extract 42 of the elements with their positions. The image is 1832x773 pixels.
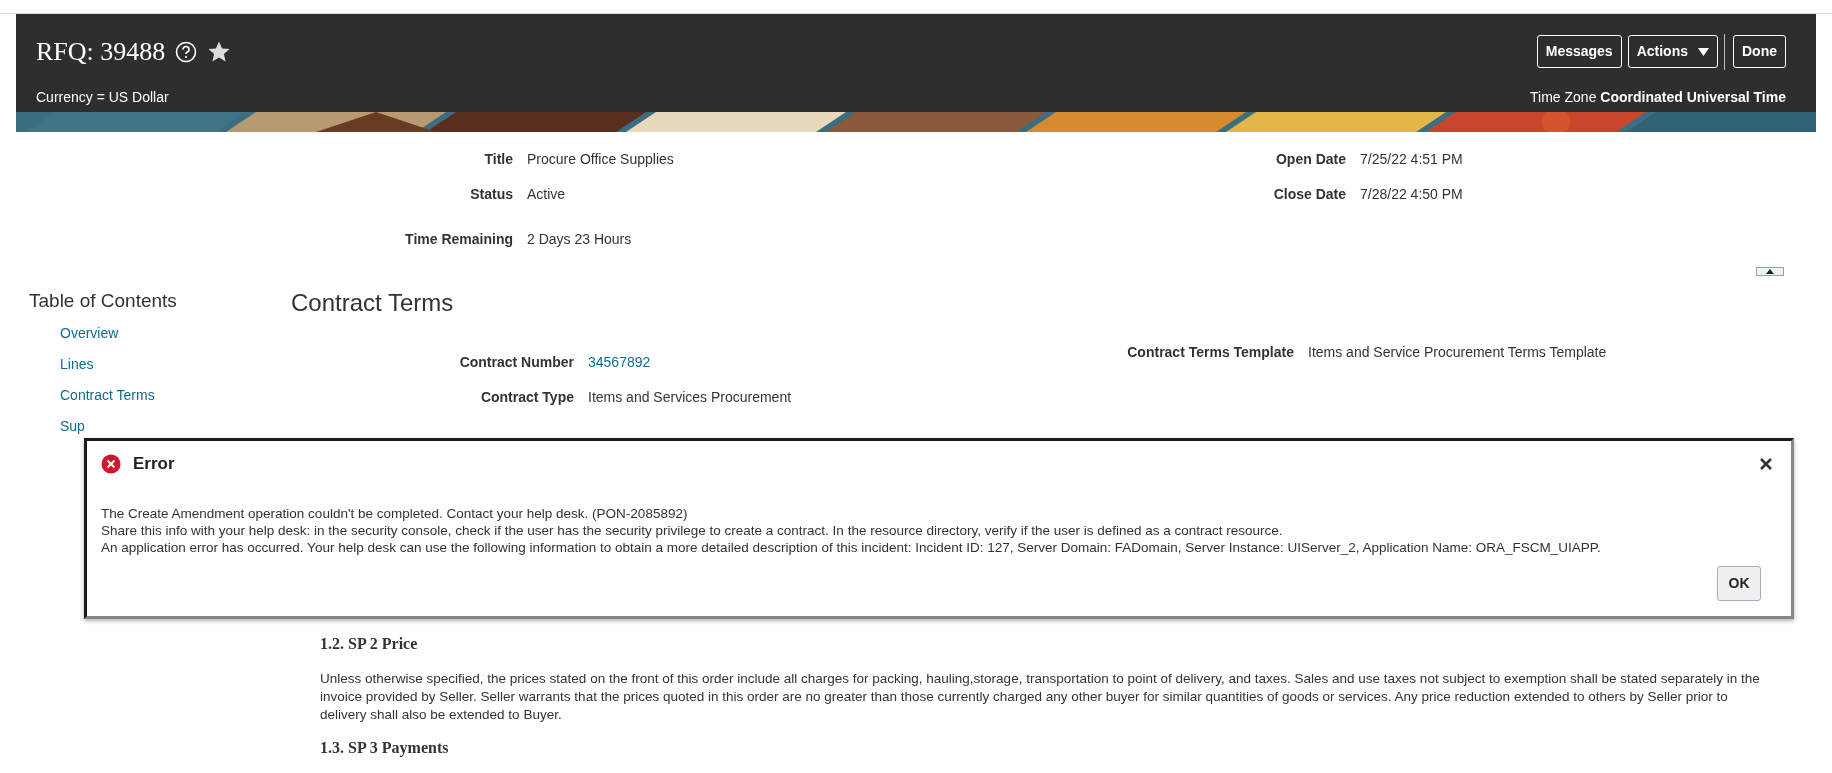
toc-link[interactable]: Overview: [60, 323, 291, 343]
field-label: Title: [483, 150, 513, 169]
clause-heading: 1.3. SP 3 Payments: [320, 737, 450, 759]
field-value: Items and Service Procurement Terms Template: [1308, 343, 1607, 362]
field-value: 2 Days 23 Hours: [527, 230, 632, 249]
collapse-button[interactable]: [1756, 267, 1784, 276]
ok-button[interactable]: OK: [1717, 565, 1761, 601]
field-label: Open Date: [1275, 150, 1346, 169]
field-value: 7/25/22 4:51 PM: [1360, 150, 1463, 169]
error-message: Share this info with your help desk: in the security console, check if the user has the security privilege to create a contract. In the resource directory, verify if the user is defined as a contract resource.: [101, 521, 1284, 539]
field-label: Status: [469, 185, 513, 204]
dialog-title: Error: [133, 453, 175, 475]
caret-up-icon: [1766, 269, 1774, 274]
help-icon[interactable]: [175, 40, 198, 63]
toc-link[interactable]: Contract Terms: [60, 385, 291, 405]
error-message: An application error has occurred. Your help desk can use the following information to obtain a more detailed description of this incident: Incident ID: 127, Server Domain: FADomain, Server Instance: UIServer_2, Application Name: ORA_FSCM_UIAPP.: [101, 538, 1602, 556]
actions-menu-button[interactable]: Actions: [1627, 35, 1718, 68]
toc-title: Table of Contents: [29, 289, 178, 313]
clause-heading: 1.2. SP 2 Price: [320, 633, 419, 654]
field-label: Contract Type: [479, 388, 574, 407]
field-label: Time Remaining: [404, 230, 513, 249]
error-message: The Create Amendment operation couldn't be completed. Contact your help desk. (PON-2085892): [101, 504, 689, 522]
field-value: Procure Office Supplies: [527, 150, 674, 169]
field-label: Close Date: [1272, 185, 1346, 204]
field-label: Contract Number: [458, 353, 574, 372]
caret-icon: [1698, 47, 1709, 56]
currency-text: Currency = US Dollar: [36, 88, 169, 107]
page-title: RFQ: 39488: [36, 36, 166, 68]
header-button[interactable]: Messages: [1536, 35, 1622, 68]
field-value: 7/28/22 4:50 PM: [1360, 185, 1463, 204]
field-label: Contract Terms Template: [1126, 343, 1294, 362]
field-value: Active: [527, 185, 566, 204]
time-zone-text: Time Zone Coordinated Universal Time: [1530, 88, 1787, 107]
error-icon: [101, 453, 121, 474]
contract-number-link[interactable]: 34567892: [588, 352, 651, 373]
clause-text: Unless otherwise specified, the prices stated on the front of this order include all charges for packing, hauling,storage, transportation to point of delivery, and taxes. Sales and use taxes not subject to exemption shall be stated separately in the invoice provided by Seller. Seller warrants that the prices quoted in this order are no greater than those currently charged any other buyer for similar quantities of goods or services. Any price reduction extended to others by Seller prior to delivery shall also be extended to Buyer.: [320, 669, 1761, 724]
section-title: Contract Terms: [291, 288, 455, 318]
field-value: Items and Services Procurement: [588, 388, 792, 407]
header-button[interactable]: Done: [1733, 35, 1786, 68]
toc-link[interactable]: Sup: [60, 416, 291, 436]
close-icon[interactable]: [1759, 456, 1773, 471]
toc-link[interactable]: Lines: [60, 354, 291, 374]
